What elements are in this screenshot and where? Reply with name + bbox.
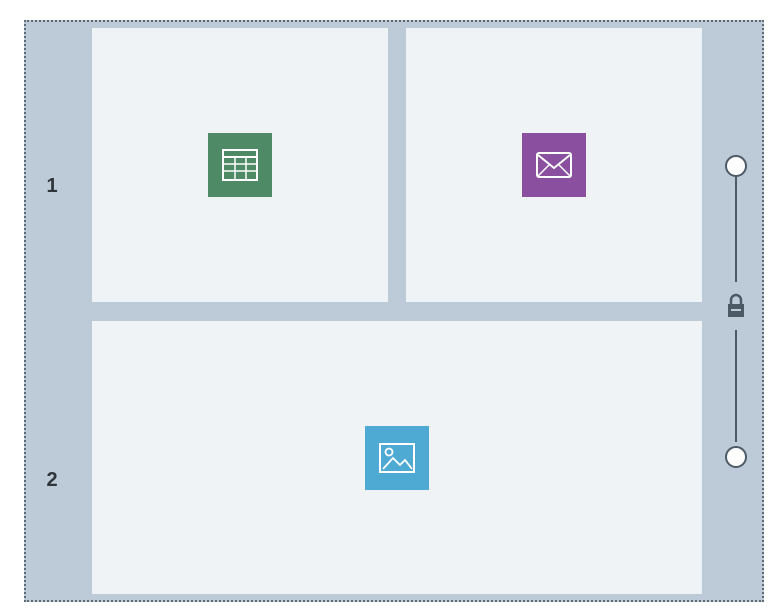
- lock-icon[interactable]: [726, 292, 746, 320]
- slider-handle-bottom[interactable]: [725, 446, 747, 468]
- tile-image[interactable]: [92, 321, 702, 594]
- slider-track-upper: [735, 174, 737, 282]
- tile-table[interactable]: [92, 28, 388, 302]
- envelope-icon: [522, 133, 586, 197]
- row-height-slider[interactable]: [724, 152, 748, 472]
- row-label-1: 1: [46, 175, 58, 197]
- table-icon: [208, 133, 272, 197]
- row-label-2: 2: [46, 469, 58, 491]
- slider-handle-top[interactable]: [725, 155, 747, 177]
- image-icon: [365, 425, 429, 490]
- tile-email[interactable]: [406, 28, 702, 302]
- slider-track-lower: [735, 330, 737, 442]
- layout-editor-frame: 1 2: [24, 20, 764, 602]
